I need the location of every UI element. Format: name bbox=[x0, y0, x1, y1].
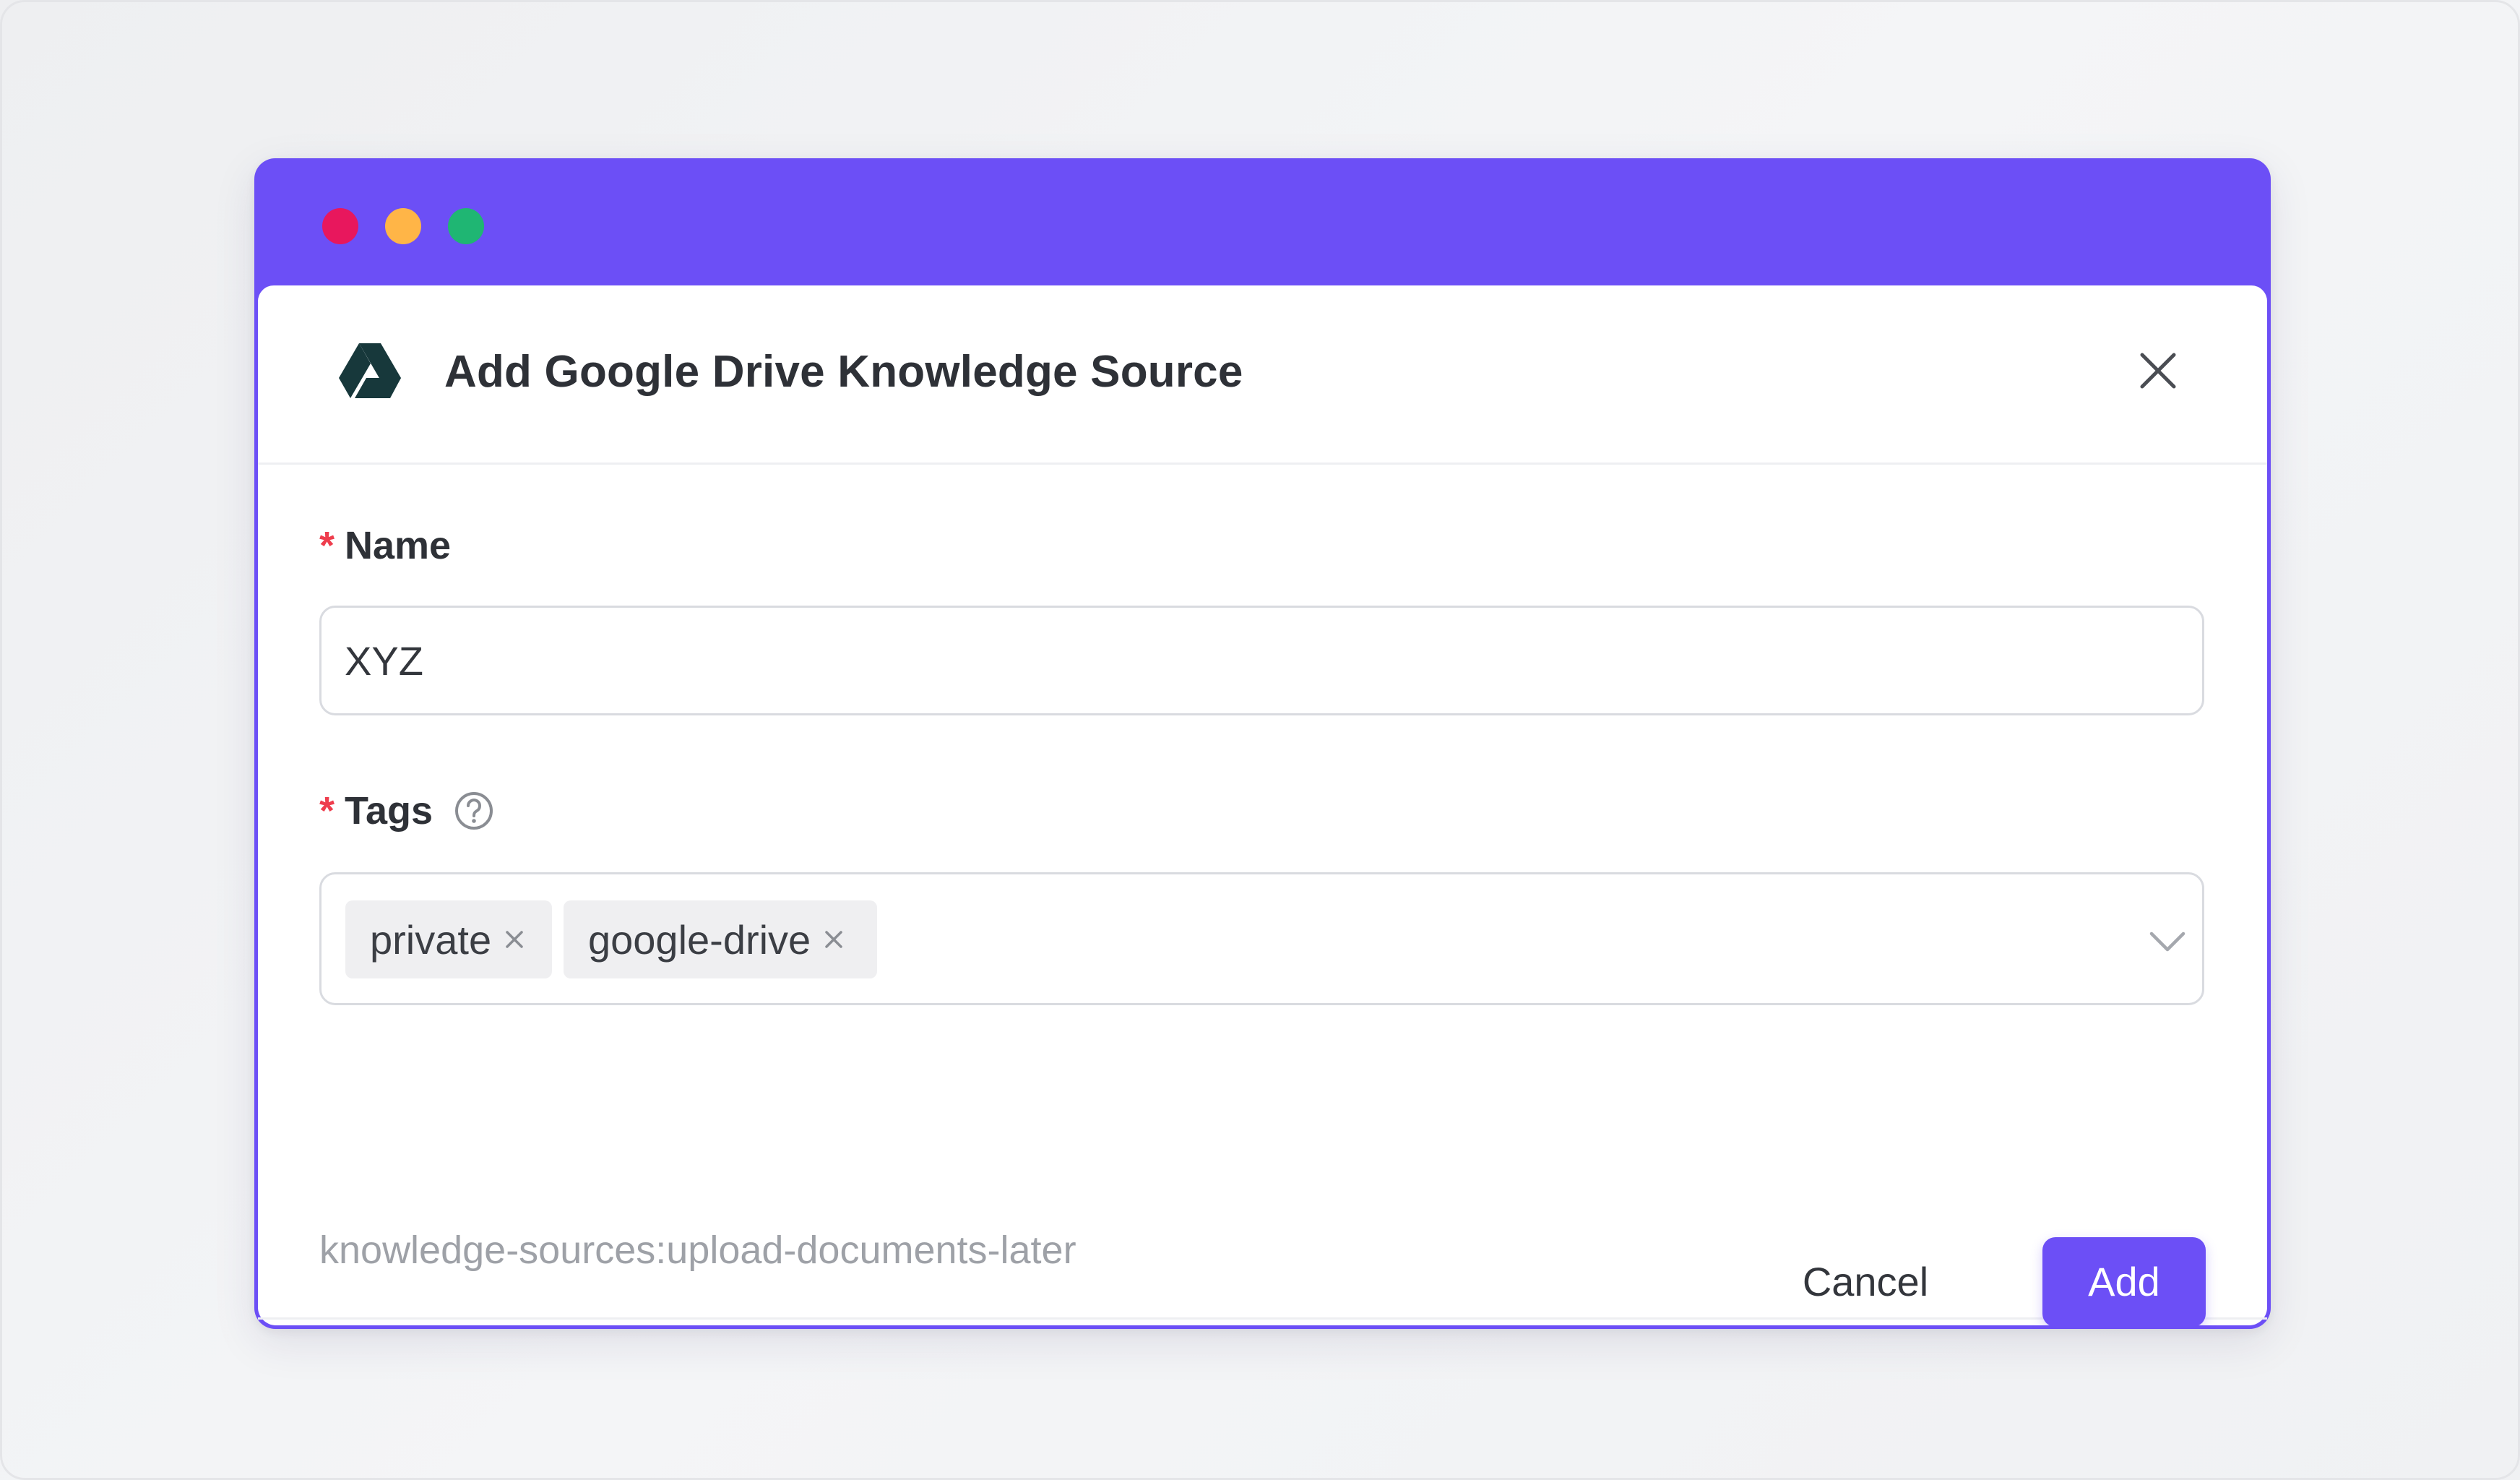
tag-private: private bbox=[345, 900, 552, 978]
chevron-down-icon[interactable] bbox=[2146, 919, 2189, 963]
tag-google-drive: google-drive bbox=[564, 900, 877, 978]
required-marker: * bbox=[319, 524, 335, 567]
close-icon bbox=[825, 931, 842, 948]
tags-field-label: * Tags bbox=[319, 786, 494, 836]
tag-label: google-drive bbox=[588, 916, 811, 963]
google-drive-icon bbox=[339, 343, 401, 398]
window-maximize-dot[interactable] bbox=[448, 208, 484, 244]
app-window: Add Google Drive Knowledge Source * Name … bbox=[254, 158, 2271, 1329]
name-label-text: Name bbox=[345, 524, 452, 567]
question-circle-icon[interactable] bbox=[454, 791, 494, 831]
tag-remove-button[interactable] bbox=[504, 929, 525, 950]
modal-close-button[interactable] bbox=[2122, 335, 2194, 407]
add-knowledge-source-modal: Add Google Drive Knowledge Source * Name … bbox=[258, 285, 2267, 1325]
screen-frame: Add Google Drive Knowledge Source * Name … bbox=[0, 0, 2520, 1480]
window-titlebar bbox=[254, 158, 2271, 285]
modal-header: Add Google Drive Knowledge Source bbox=[258, 285, 2267, 465]
window-close-dot[interactable] bbox=[322, 208, 358, 244]
tag-remove-button[interactable] bbox=[824, 929, 844, 950]
tags-select[interactable]: private google-drive bbox=[319, 872, 2204, 1005]
upload-later-hint: knowledge-sources:upload-documents-later bbox=[319, 1229, 1076, 1272]
cancel-button[interactable]: Cancel bbox=[1775, 1237, 1956, 1327]
tag-label: private bbox=[370, 916, 492, 963]
add-button[interactable]: Add bbox=[2042, 1237, 2206, 1327]
name-input[interactable] bbox=[319, 606, 2204, 715]
close-icon bbox=[2140, 353, 2176, 389]
required-marker: * bbox=[319, 789, 335, 832]
modal-title: Add Google Drive Knowledge Source bbox=[444, 347, 1243, 397]
window-minimize-dot[interactable] bbox=[385, 208, 421, 244]
tags-label-text: Tags bbox=[345, 789, 433, 832]
modal-footer bbox=[258, 1317, 2267, 1329]
name-field-label: * Name bbox=[319, 520, 451, 571]
close-icon bbox=[506, 931, 523, 948]
